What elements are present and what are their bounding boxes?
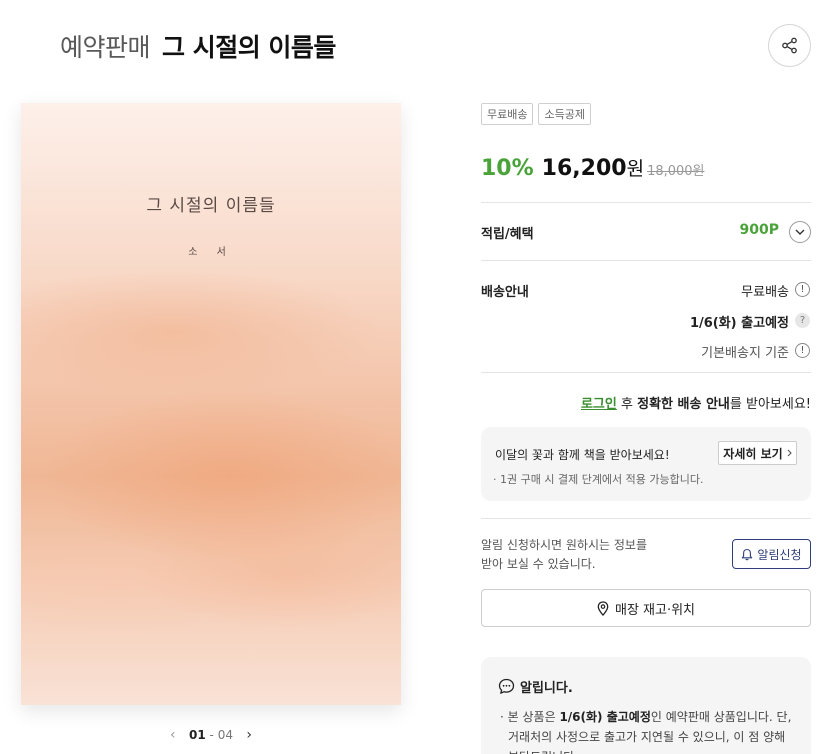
image-pager: ‹ 01 - 04 › [170, 726, 252, 744]
divider [481, 372, 811, 373]
pager-separator: - [209, 728, 214, 742]
notice-body: · 본 상품은 1/6(화) 출고예정인 예약판매 상품입니다. 단, 거래처의… [498, 707, 798, 754]
login-shipping-notice: 로그인 후 정확한 배송 안내를 받아보세요! [581, 393, 811, 412]
cover-author: 소 서 [188, 247, 234, 258]
book-cover-image[interactable]: 그 시절의 이름들 소 서 [21, 103, 401, 705]
store-stock-location-label: 매장 재고·위치 [614, 602, 696, 618]
price-row: 10% 16,200원 18,000원 [481, 154, 705, 181]
speech-bubble-icon [498, 678, 515, 694]
points-label: 적립/혜택 [481, 227, 534, 242]
chevron-right-icon[interactable]: › [246, 727, 252, 743]
notice-prefix: 본 상품은 [507, 710, 556, 724]
shipping-date: 1/6(화) 출고예정 [689, 316, 789, 331]
shipping-base-info-icon[interactable]: ! [795, 343, 810, 358]
alarm-description-line2: 받아 보실 수 있습니다. [481, 557, 596, 571]
badge-tax-deduction: 소득공제 [538, 103, 591, 125]
share-button[interactable] [768, 24, 811, 67]
book-title: 그 시절의 이름들 [162, 33, 336, 62]
store-stock-location-button[interactable]: 매장 재고·위치 [481, 589, 811, 627]
bell-icon [742, 548, 753, 560]
pager-current: 01 [189, 728, 206, 742]
pager-total: 04 [217, 728, 233, 742]
location-pin-icon [597, 600, 609, 616]
currency-unit: 원 [626, 158, 645, 180]
alarm-description: 알림 신청하시면 원하시는 정보를 받아 보실 수 있습니다. [481, 536, 647, 574]
chevron-right-icon [787, 449, 792, 457]
flower-promo-box: 이달의 꽃과 함께 책을 받아보세요! · 1권 구매 시 결제 단계에서 적용… [481, 427, 811, 501]
alarm-description-line1: 알림 신청하시면 원하시는 정보를 [481, 538, 648, 552]
flower-promo-title: 이달의 꽃과 함께 책을 받아보세요! [495, 448, 670, 462]
shipping-base-address: 기본배송지 기준 [701, 346, 789, 361]
preorder-notice-box: 알립니다. · 본 상품은 1/6(화) 출고예정인 예약판매 상품입니다. 단… [481, 657, 811, 754]
badge-free-shipping: 무료배송 [481, 103, 534, 125]
shipping-fee: 무료배송 [741, 285, 789, 300]
share-icon [782, 37, 797, 54]
points-value: 900P [739, 222, 779, 238]
shipping-date-help-icon[interactable]: ? [795, 313, 810, 328]
chevron-down-icon [795, 229, 805, 235]
chevron-left-icon[interactable]: ‹ [170, 727, 176, 743]
divider [481, 202, 811, 203]
cover-title: 그 시절의 이름들 [146, 196, 276, 216]
login-link[interactable]: 로그인 [581, 397, 617, 412]
notice-ship-date: 1/6(화) 출고예정 [559, 710, 651, 724]
benefit-badges: 무료배송 소득공제 [481, 103, 591, 125]
flower-promo-note: · 1권 구매 시 결제 단계에서 적용 가능합니다. [493, 473, 704, 486]
shipping-label: 배송안내 [481, 285, 529, 300]
sale-price: 16,200원 [542, 154, 644, 181]
login-notice-after: 후 [621, 397, 633, 412]
page-title: 예약판매 그 시절의 이름들 [60, 28, 336, 62]
login-notice-bold: 정확한 배송 안내 [637, 397, 730, 412]
login-notice-tail: 를 받아보세요! [729, 397, 811, 412]
shipping-fee-info-icon[interactable]: ! [795, 282, 810, 297]
alarm-subscribe-button[interactable]: 알림신청 [732, 539, 811, 569]
discount-rate: 10% [481, 156, 534, 181]
preorder-label: 예약판매 [60, 33, 151, 62]
original-price: 18,000원 [647, 164, 705, 179]
sale-price-value: 16,200 [541, 156, 627, 181]
alarm-subscribe-label: 알림신청 [757, 547, 802, 562]
view-details-button[interactable]: 자세히 보기 [718, 441, 797, 465]
divider [481, 518, 811, 519]
divider [481, 260, 811, 261]
notice-heading: 알립니다. [498, 677, 573, 696]
points-expand-button[interactable] [789, 221, 811, 243]
notice-title: 알립니다. [520, 681, 573, 696]
pager-count: 01 - 04 [189, 728, 233, 742]
view-details-label: 자세히 보기 [723, 446, 783, 461]
